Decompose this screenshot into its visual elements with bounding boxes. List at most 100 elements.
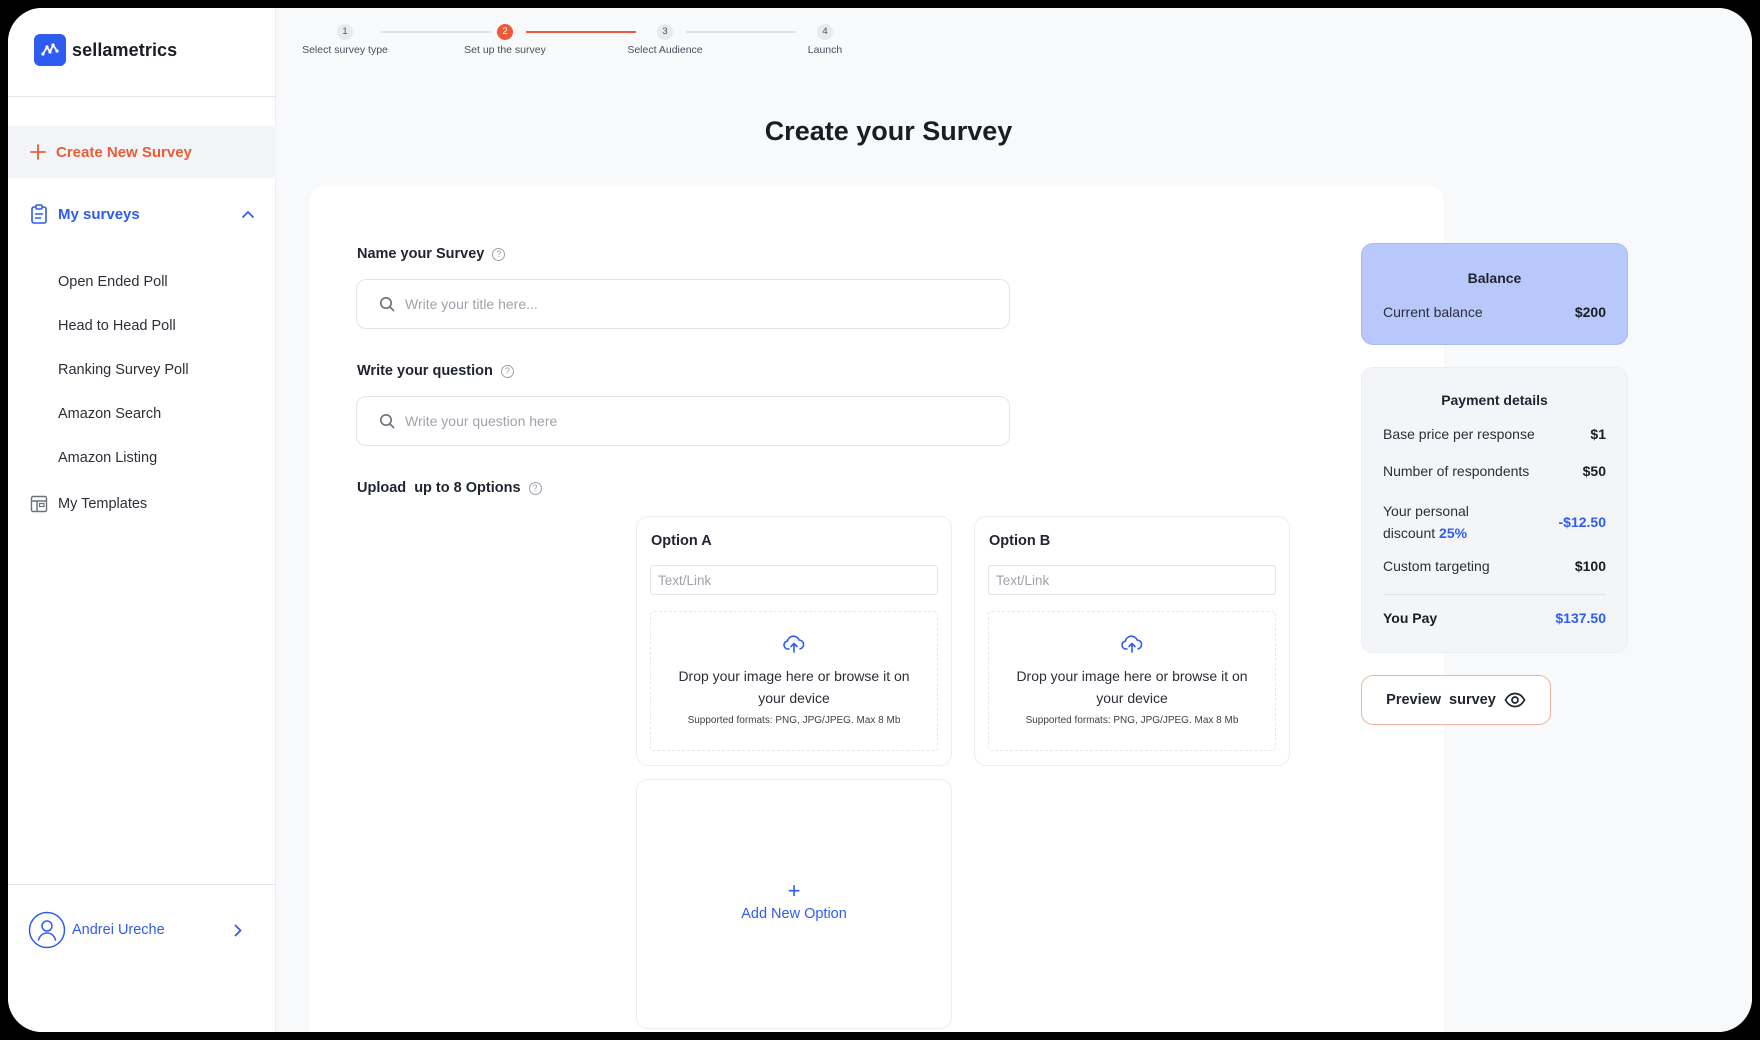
upload-cloud-icon <box>1121 635 1143 653</box>
name-survey-label-text: Name your Survey <box>357 246 485 262</box>
sidebar-bottom-divider <box>8 884 276 885</box>
step-label: Select Audience <box>627 44 703 56</box>
dropzone-text: Drop your image here or browse it on you… <box>1016 668 1248 706</box>
image-dropzone[interactable]: Drop your image here or browse it on you… <box>650 611 938 751</box>
sidebar: sellametrics Create New Survey My survey… <box>8 8 276 1032</box>
step-label: Select survey type <box>302 44 388 56</box>
targeting-value: $100 <box>1574 558 1606 574</box>
avatar-icon <box>28 911 66 949</box>
option-title: Option A <box>651 533 712 549</box>
brand-name: sellametrics <box>72 39 178 60</box>
survey-type-list: Open Ended Poll Head to Head Poll Rankin… <box>58 260 189 480</box>
upload-options-label: Upload up to 8 Options ? <box>357 480 542 496</box>
payment-divider <box>1383 594 1606 595</box>
discount-percent: 25% <box>1439 525 1468 541</box>
step-number: 1 <box>337 24 353 40</box>
my-surveys-toggle[interactable]: My surveys <box>30 204 254 224</box>
name-survey-label: Name your Survey ? <box>357 246 506 262</box>
upload-options-label-text: Upload up to 8 Options <box>357 480 521 496</box>
page-title: Create your Survey <box>764 116 1013 146</box>
help-icon[interactable]: ? <box>492 247 506 261</box>
discount-value: -$12.50 <box>1558 514 1606 530</box>
preview-survey-button[interactable]: Preview survey <box>1361 675 1551 725</box>
payment-details-card: Payment details Base price per response … <box>1361 367 1628 653</box>
survey-title-input[interactable] <box>405 296 985 312</box>
step-number: 2 <box>497 24 513 40</box>
my-surveys-label: My surveys <box>58 205 140 223</box>
create-new-survey-label: Create New Survey <box>56 143 192 161</box>
sidebar-item-my-templates[interactable]: My Templates <box>30 495 147 513</box>
discount-label-block: Your personal discount 25% <box>1383 500 1469 544</box>
dropzone-formats: Supported formats: PNG, JPG/JPEG. Max 8 … <box>687 715 901 726</box>
sidebar-item-open-ended-poll[interactable]: Open Ended Poll <box>58 260 189 304</box>
search-icon <box>380 414 395 429</box>
step-number: 4 <box>817 24 833 40</box>
step-label: Set up the survey <box>464 44 546 56</box>
base-price-value: $1 <box>1590 426 1606 442</box>
chevron-right-icon[interactable] <box>234 924 242 937</box>
sidebar-item-amazon-listing[interactable]: Amazon Listing <box>58 436 189 480</box>
add-new-option-button[interactable]: + Add New Option <box>636 779 952 1029</box>
clipboard-icon <box>31 204 47 224</box>
plus-icon: + <box>787 878 801 903</box>
balance-card: Balance Current balance $200 <box>1361 243 1628 345</box>
templates-icon <box>30 495 48 513</box>
option-a-card: Option A Drop your image here or browse … <box>636 516 952 766</box>
discount-label-2: discount <box>1383 525 1436 541</box>
add-new-option-label: Add New Option <box>741 906 847 922</box>
survey-question-input[interactable] <box>405 413 985 429</box>
sidebar-item-head-to-head-poll[interactable]: Head to Head Poll <box>58 304 189 348</box>
user-profile[interactable]: Andrei Ureche <box>28 911 242 949</box>
step-4[interactable]: 4 Launch <box>760 24 890 56</box>
base-price-row: Base price per response $1 <box>1383 426 1606 442</box>
plus-icon <box>30 144 46 160</box>
search-icon <box>380 297 395 312</box>
app-window: sellametrics Create New Survey My survey… <box>8 8 1752 1032</box>
current-balance-label: Current balance <box>1383 304 1483 320</box>
user-name: Andrei Ureche <box>72 922 165 938</box>
eye-icon <box>1504 692 1526 708</box>
option-b-card: Option B Drop your image here or browse … <box>974 516 1290 766</box>
option-title: Option B <box>989 533 1051 549</box>
balance-title: Balance <box>1467 270 1522 286</box>
step-label: Launch <box>807 44 843 56</box>
sidebar-divider <box>8 96 276 97</box>
my-templates-label: My Templates <box>58 496 148 512</box>
step-1[interactable]: 1 Select survey type <box>280 24 410 56</box>
respondents-label: Number of respondents <box>1383 463 1530 479</box>
sidebar-item-ranking-survey-poll[interactable]: Ranking Survey Poll <box>58 348 189 392</box>
step-2[interactable]: 2 Set up the survey <box>440 24 570 56</box>
total-row: You Pay $137.50 <box>1383 610 1606 626</box>
survey-title-field[interactable] <box>356 279 1010 329</box>
image-dropzone[interactable]: Drop your image here or browse it on you… <box>988 611 1276 751</box>
step-3[interactable]: 3 Select Audience <box>600 24 730 56</box>
logo[interactable]: sellametrics <box>34 34 177 66</box>
help-icon[interactable]: ? <box>500 364 514 378</box>
respondents-row: Number of respondents $50 <box>1383 463 1606 479</box>
discount-label: Your personal <box>1383 503 1469 519</box>
option-a-text-input[interactable] <box>650 565 938 595</box>
create-new-survey-button[interactable]: Create New Survey <box>8 126 276 178</box>
stepper: 1 Select survey type 2 Set up the survey… <box>276 24 896 74</box>
sidebar-item-amazon-search[interactable]: Amazon Search <box>58 392 189 436</box>
discount-row: Your personal discount 25% -$12.50 <box>1383 500 1606 544</box>
respondents-value: $50 <box>1582 463 1606 479</box>
option-b-text-input[interactable] <box>988 565 1276 595</box>
current-balance-row: Current balance $200 <box>1383 304 1606 320</box>
main-content: 1 Select survey type 2 Set up the survey… <box>276 8 1752 1032</box>
dropzone-text: Drop your image here or browse it on you… <box>678 668 910 706</box>
total-label: You Pay <box>1383 610 1438 626</box>
help-icon[interactable]: ? <box>528 481 542 495</box>
upload-cloud-icon <box>783 635 805 653</box>
step-number: 3 <box>657 24 673 40</box>
logo-icon <box>34 34 66 66</box>
dropzone-formats: Supported formats: PNG, JPG/JPEG. Max 8 … <box>1025 715 1239 726</box>
targeting-row: Custom targeting $100 <box>1383 558 1606 574</box>
payment-title: Payment details <box>1441 392 1548 408</box>
current-balance-value: $200 <box>1574 304 1606 320</box>
chevron-up-icon[interactable] <box>242 210 254 218</box>
total-value: $137.50 <box>1555 610 1606 626</box>
survey-question-field[interactable] <box>356 396 1010 446</box>
targeting-label: Custom targeting <box>1383 558 1490 574</box>
write-question-label: Write your question ? <box>357 363 514 379</box>
